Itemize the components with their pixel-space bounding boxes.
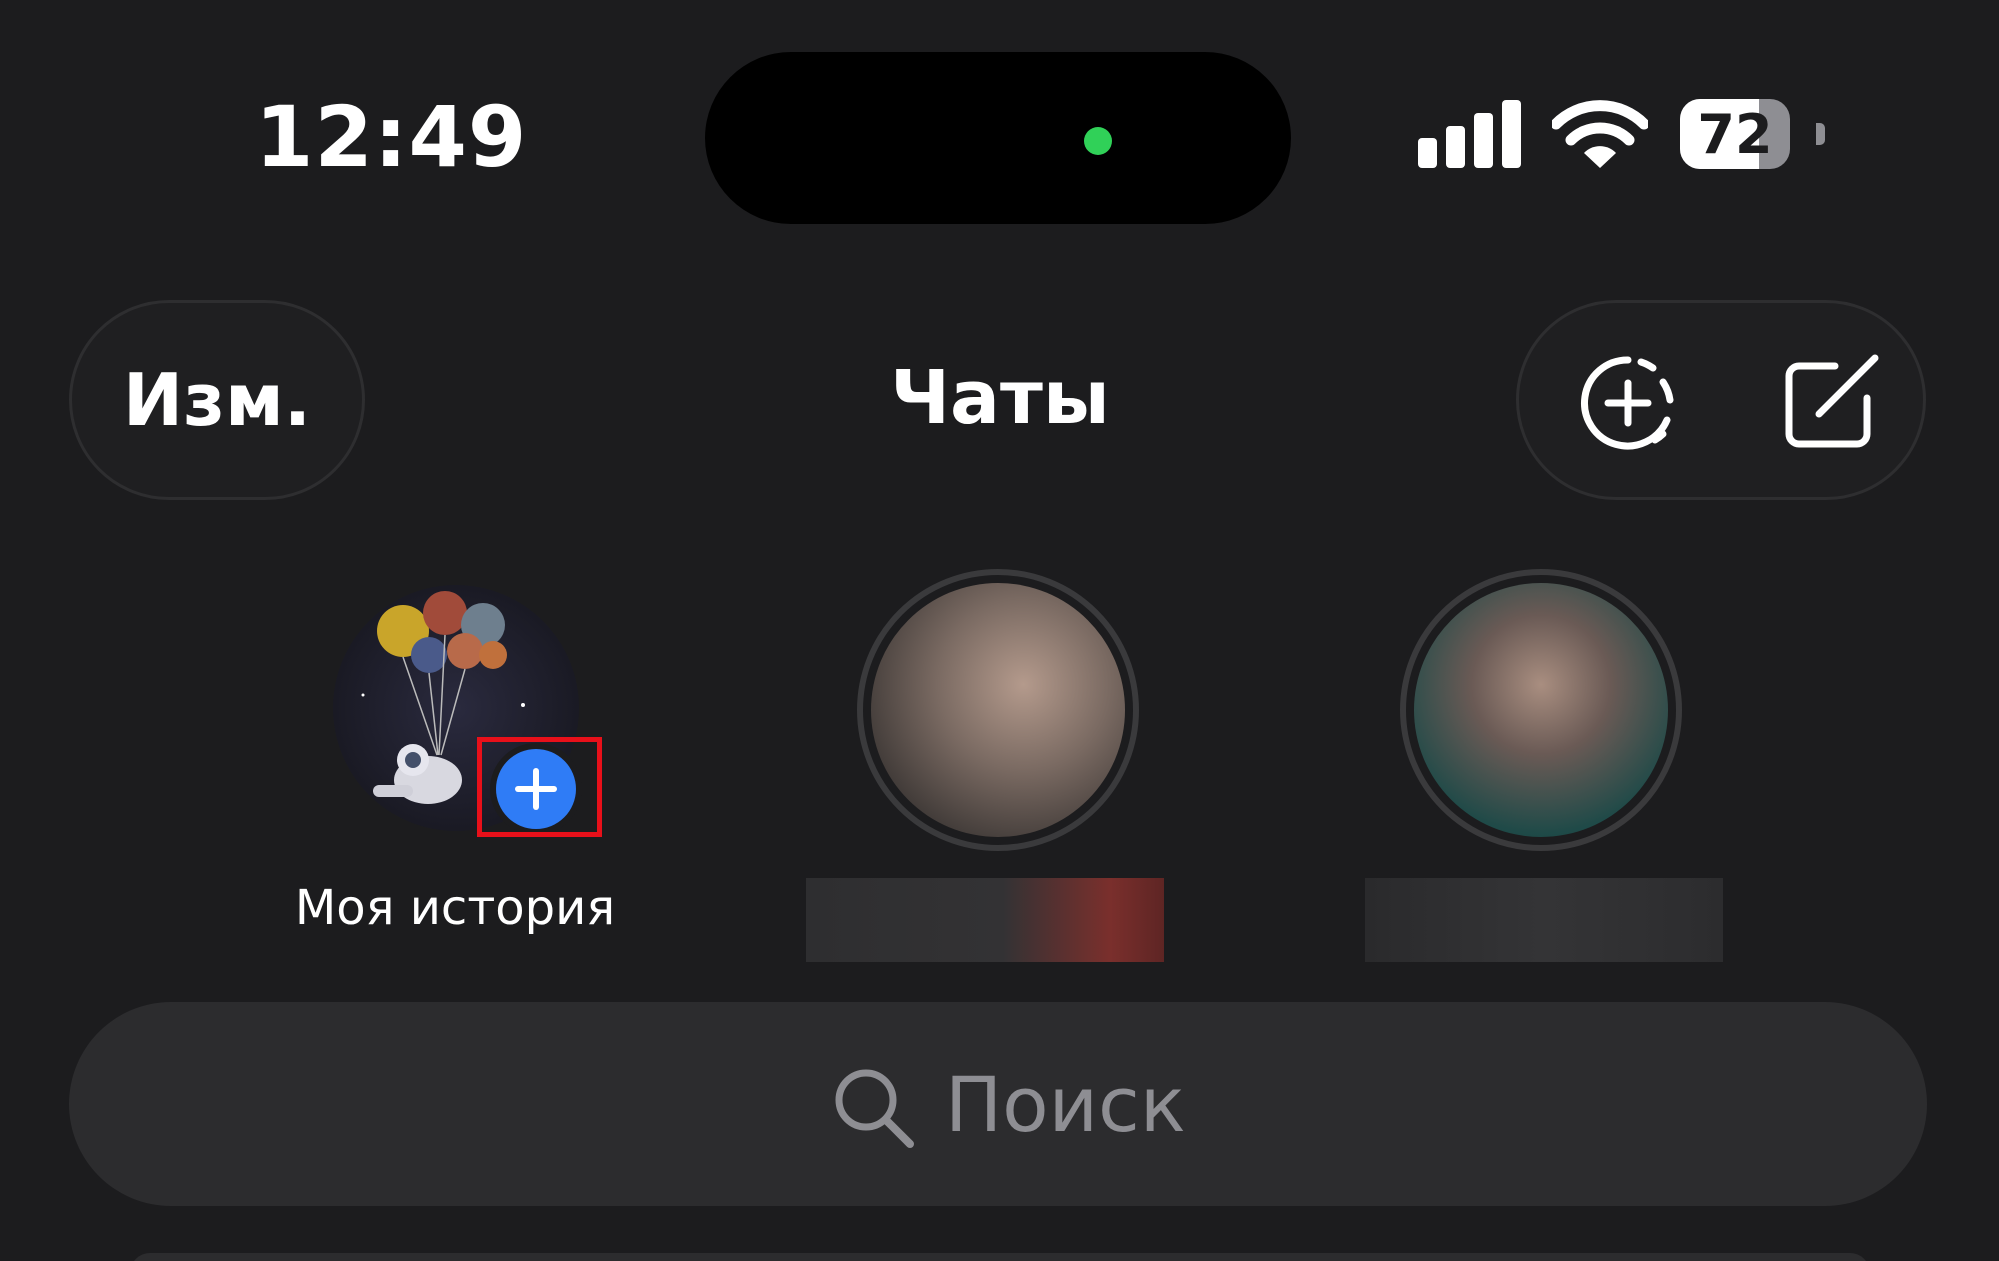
compose-icon[interactable]	[1775, 348, 1885, 458]
camera-in-use-indicator	[1084, 127, 1112, 155]
wifi-icon	[1552, 100, 1648, 168]
contact-name-redacted	[1365, 878, 1723, 962]
cellular-signal-icon	[1418, 100, 1523, 168]
edit-button[interactable]: Изм.	[69, 300, 365, 500]
search-placeholder[interactable]: Поиск	[945, 1060, 1186, 1149]
contact-name-redacted	[806, 878, 1164, 962]
top-actions-pill	[1516, 300, 1926, 500]
search-icon	[835, 1069, 914, 1148]
battery-icon: 72	[1680, 99, 1790, 169]
my-story-label: Моя история	[294, 880, 616, 936]
status-time: 12:49	[255, 88, 528, 186]
chat-list-top-edge	[130, 1253, 1870, 1261]
chats-screen: 12:49 72 Изм. Чаты Моя история Поиск	[0, 0, 1999, 1261]
page-title: Чаты	[890, 355, 1110, 441]
contact-story-avatar[interactable]	[857, 569, 1139, 851]
highlight-box	[477, 737, 602, 837]
battery-tip	[1816, 123, 1825, 145]
battery-percent: 72	[1697, 103, 1773, 166]
add-story-icon[interactable]	[1573, 348, 1683, 458]
dynamic-island	[705, 52, 1291, 224]
contact-story-avatar[interactable]	[1400, 569, 1682, 851]
